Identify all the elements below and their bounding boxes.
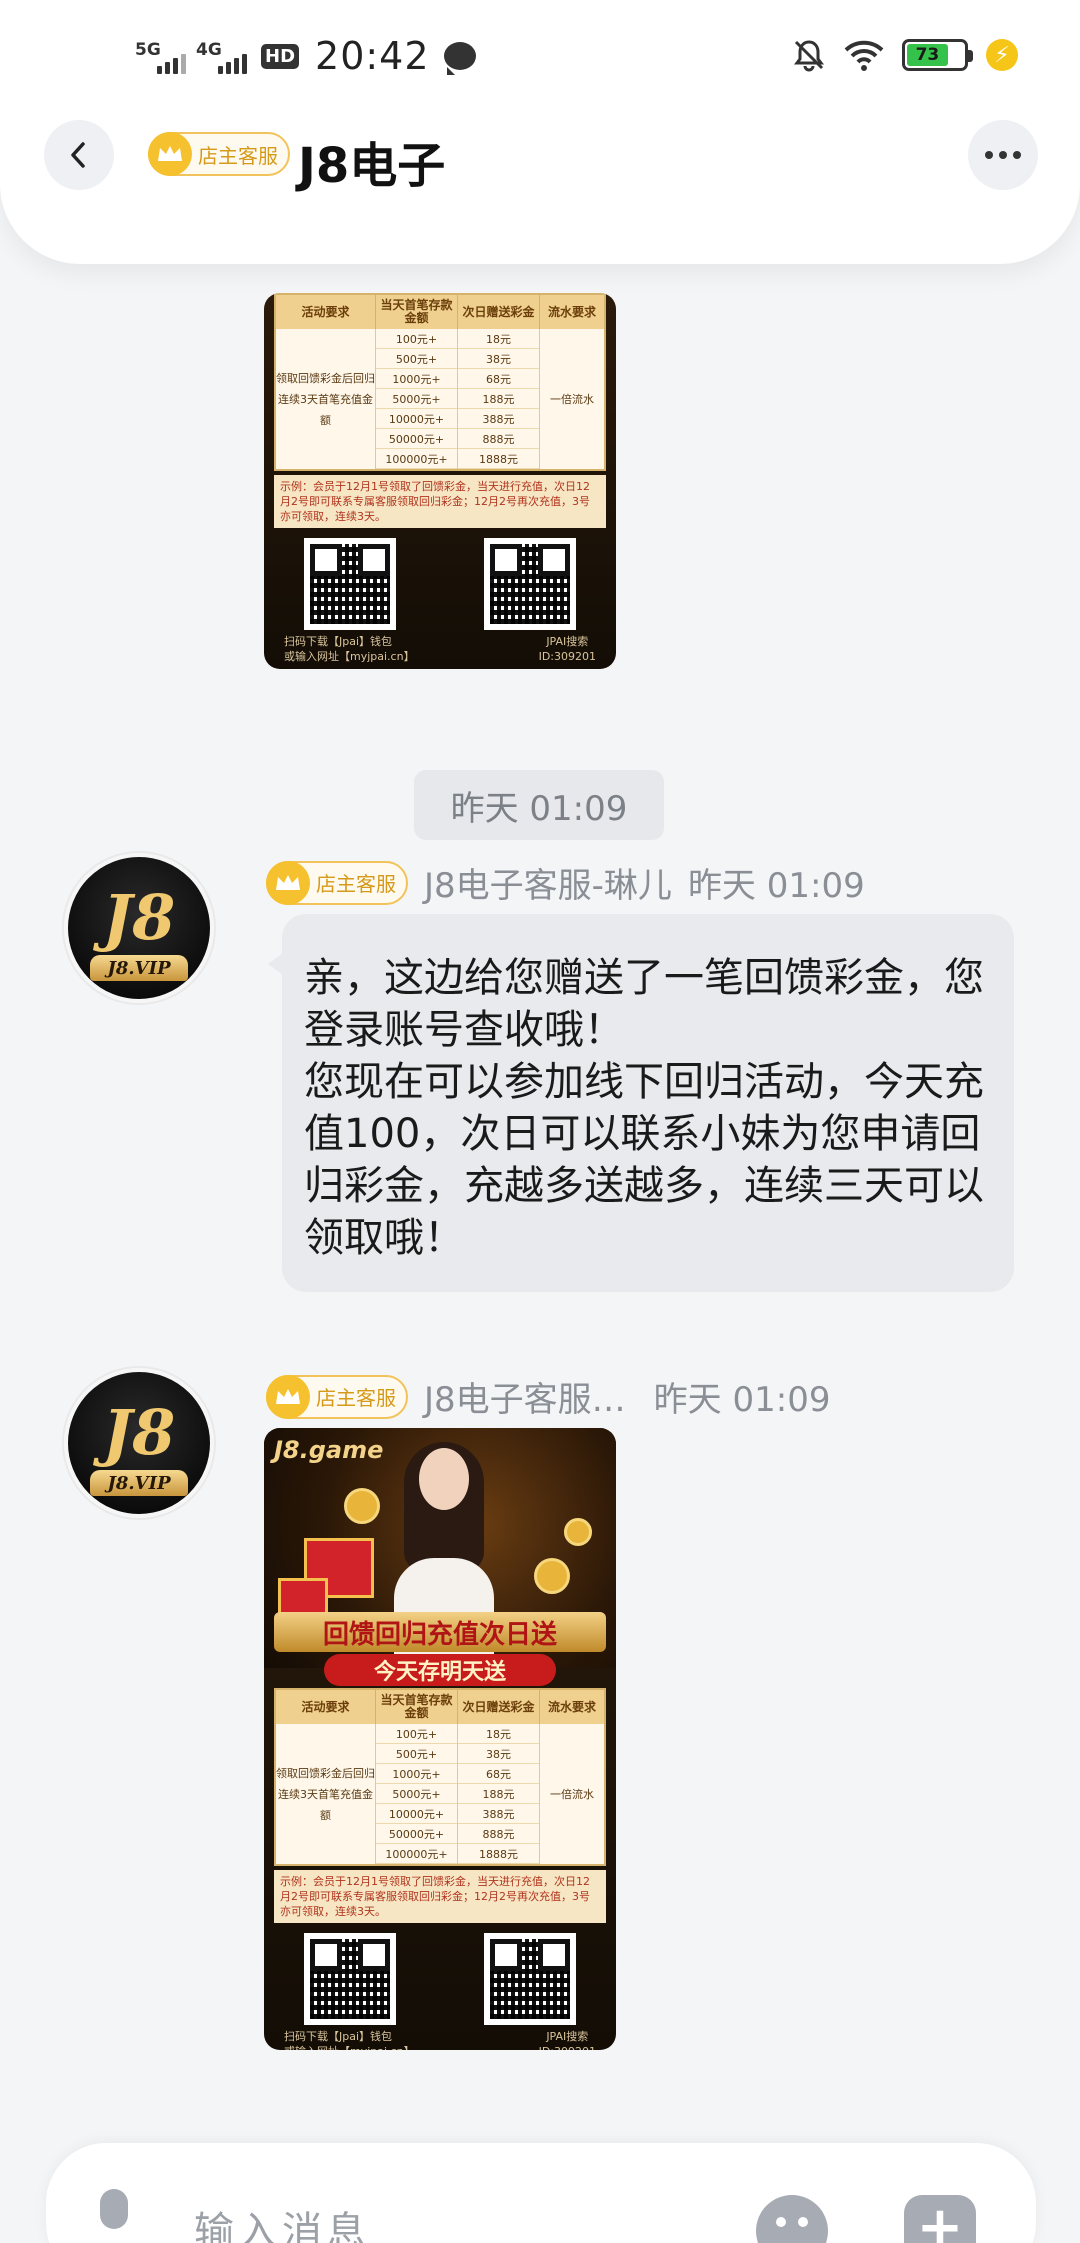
message-time: 昨天 01:09: [687, 866, 865, 906]
promo-poster-image[interactable]: 活动要求 当天首笔存款金额 次日赠送彩金 流水要求 领取回馈彩金后回归连续3天首…: [264, 293, 616, 669]
status-bar: 5G 4G HD 20:42 73 ⚡: [0, 0, 1080, 110]
promo-table: 活动要求 当天首笔存款金额 次日赠送彩金 流水要求 领取回馈彩金后回归连续3天首…: [274, 1688, 606, 1866]
sender-name: J8电子客服-琳儿: [424, 866, 672, 906]
sender-avatar[interactable]: J8 J8.VIP: [64, 1368, 214, 1518]
message-time: 昨天 01:09: [653, 1380, 831, 1420]
plus-icon[interactable]: +: [904, 2195, 976, 2243]
battery-icon: 73: [902, 39, 973, 71]
poster-hero: J8.game 回馈回归充值次日送 今天存明天送: [264, 1428, 616, 1686]
charging-icon: ⚡: [986, 39, 1018, 71]
clock: 20:42: [315, 34, 430, 78]
promo-note: 示例：会员于12月1号领取了回馈彩金，当天进行充值，次日12月2号即可联系专属客…: [274, 1870, 606, 1923]
coin-icon: [564, 1518, 592, 1546]
hd-voice-icon: HD: [261, 43, 300, 69]
message-text: 亲，这边给您赠送了一笔回馈彩金，您登录账号查收哦！ 您现在可以参加线下回归活动，…: [304, 955, 984, 1261]
owner-service-badge: 店主客服: [266, 860, 408, 905]
message-bubble[interactable]: 亲，这边给您赠送了一笔回馈彩金，您登录账号查收哦！ 您现在可以参加线下回归活动，…: [268, 914, 1014, 1292]
battery-level: 73: [907, 44, 948, 66]
chat-title: J8电子: [298, 138, 446, 194]
message-notification-icon: [443, 42, 476, 75]
signal-4g-icon: 4G: [196, 38, 247, 74]
message-meta: 店主客服 J8电子客服… 昨天 01:09: [266, 1372, 830, 1421]
promo-poster-image[interactable]: J8.game 回馈回归充值次日送 今天存明天送 活动要求 当天首笔存款金额 次…: [264, 1428, 616, 2050]
crown-icon: [266, 860, 310, 905]
more-options-button[interactable]: [968, 120, 1038, 190]
qr-code-search: [484, 538, 576, 630]
qr-code-download: [304, 538, 396, 630]
more-dots-icon: [985, 151, 993, 159]
owner-service-badge: 店主客服: [266, 1374, 408, 1419]
chevron-left-icon: [71, 142, 85, 168]
message-input-bar: 输入消息 +: [46, 2143, 1036, 2243]
promo-table: 活动要求 当天首笔存款金额 次日赠送彩金 流水要求 领取回馈彩金后回归连续3天首…: [274, 293, 606, 471]
message-input[interactable]: 输入消息: [194, 2199, 370, 2243]
owner-service-badge: 店主客服: [148, 132, 290, 176]
promo-note: 示例：会员于12月1号领取了回馈彩金，当天进行充值，次日12月2号即可联系专属客…: [274, 475, 606, 528]
qr-code-download: [304, 1933, 396, 2025]
coin-icon: [344, 1488, 380, 1524]
wifi-icon: [844, 38, 884, 72]
bell-muted-icon: [792, 38, 826, 72]
sender-avatar[interactable]: J8 J8.VIP: [64, 853, 214, 1003]
qr-code-search: [484, 1933, 576, 2025]
coin-icon: [534, 1558, 570, 1594]
back-button[interactable]: [44, 120, 114, 190]
time-divider: 昨天 01:09: [414, 770, 664, 840]
microphone-icon[interactable]: [86, 2189, 142, 2243]
message-meta: 店主客服 J8电子客服-琳儿 昨天 01:09: [266, 858, 865, 907]
crown-icon: [266, 1374, 310, 1419]
crown-icon: [148, 132, 192, 176]
emoji-icon[interactable]: [756, 2195, 828, 2243]
sender-name: J8电子客服…: [424, 1380, 626, 1420]
signal-5g-icon: 5G: [135, 38, 186, 74]
